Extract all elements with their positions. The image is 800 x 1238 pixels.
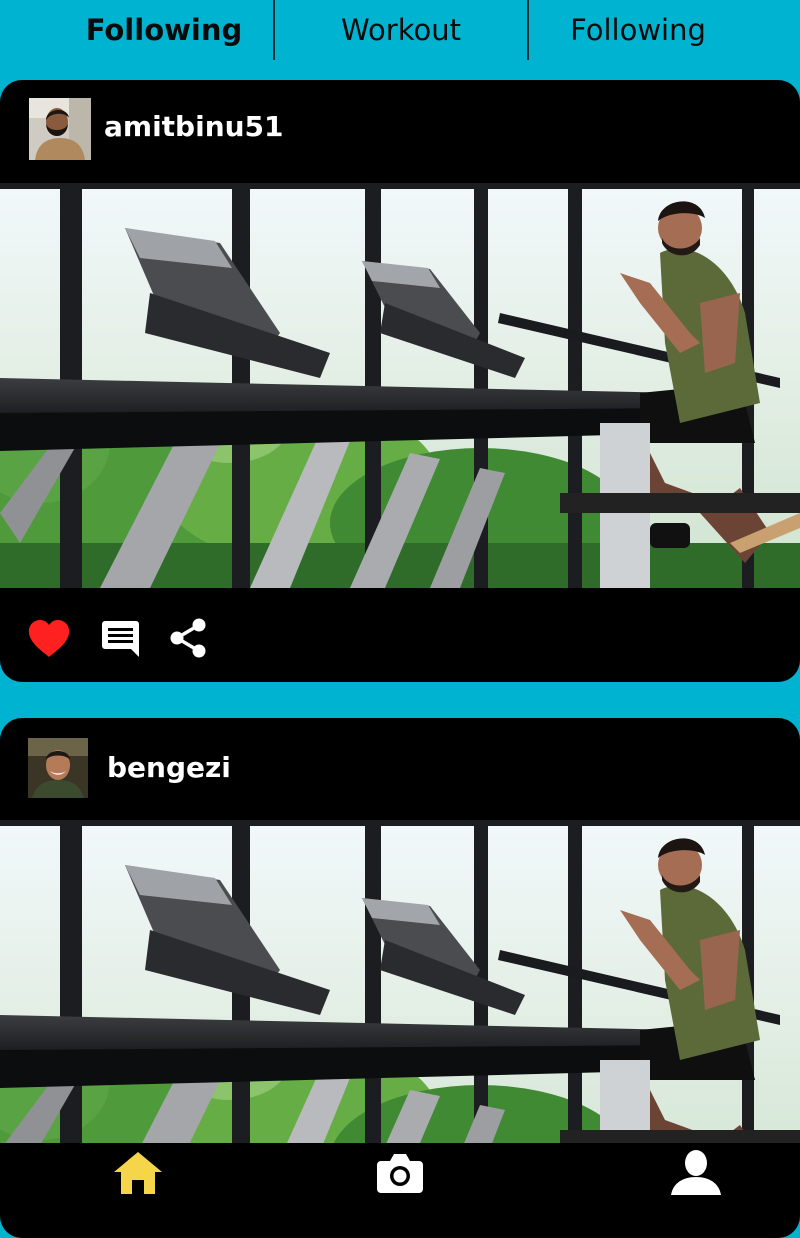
top-tab-bar: Following Workout Following <box>0 0 800 60</box>
heart-icon[interactable] <box>28 620 70 663</box>
post-card: amitbinu51 <box>0 80 800 682</box>
username[interactable]: amitbinu51 <box>104 110 284 143</box>
bottom-navigation <box>0 1143 800 1200</box>
tab-workout[interactable]: Workout <box>275 0 527 60</box>
share-icon[interactable] <box>169 618 207 663</box>
avatar[interactable] <box>29 98 91 160</box>
profile-icon[interactable] <box>671 1149 721 1200</box>
avatar[interactable] <box>28 738 88 798</box>
tab-following-secondary[interactable]: Following <box>529 0 747 60</box>
post-image <box>0 820 800 1150</box>
post-header: bengezi <box>0 718 800 818</box>
post-header: amitbinu51 <box>0 80 800 180</box>
camera-icon[interactable] <box>377 1151 423 1198</box>
tab-following[interactable]: Following <box>55 0 273 60</box>
comment-icon[interactable] <box>102 621 139 662</box>
post-image <box>0 183 800 588</box>
post-actions <box>0 588 800 682</box>
username[interactable]: bengezi <box>107 751 231 784</box>
home-icon[interactable] <box>113 1150 163 1199</box>
